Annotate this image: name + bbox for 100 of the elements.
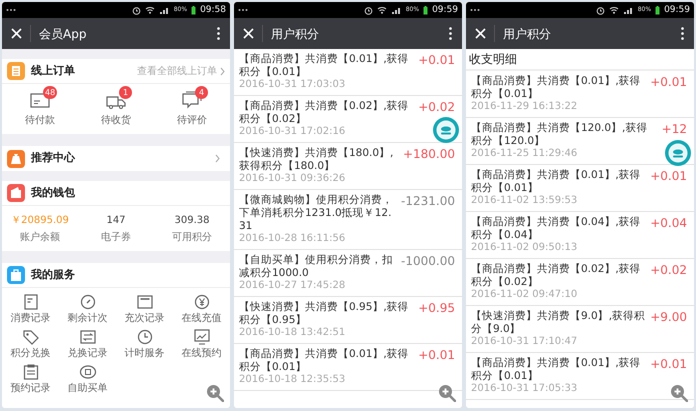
order-status-button[interactable]: 4 待评价 xyxy=(154,84,230,134)
section-title: 我的服务 xyxy=(31,266,76,283)
points-entry[interactable]: 【快速消费】共消费【180.0】,获得积分【180.0】 2016-10-31 09:36:26 +180.00 xyxy=(234,143,462,190)
zoom-in-icon[interactable] xyxy=(206,384,224,402)
service-button[interactable]: 充次记录 xyxy=(116,291,173,326)
entry-date: 2016-10-27 17:45:28 xyxy=(239,280,346,292)
points-entry[interactable]: 【商品消费】共消费【0.04】,获得积分【0.04】 2016-11-02 09:50:13 +0.04 xyxy=(466,212,694,259)
points-amount: +0.04 xyxy=(650,216,688,231)
points-entry[interactable]: 【自助买单】使用积分消费，扣减积分1000.0 2016-10-27 17:45:28 -1000.00 xyxy=(234,250,462,297)
points-entry[interactable]: 【商品消费】共消费【0.01】,获得积分【0.01】 2016-11-02 13:59:53 +0.01 xyxy=(466,165,694,212)
entry-description: 【自助买单】使用积分消费，扣减积分1000.0 xyxy=(239,254,394,280)
entry-description: 【微商城购物】使用积分消费，下单消耗积分1231.0抵现￥12.31 xyxy=(239,194,394,233)
entry-date: 2016-10-31 17:02:16 xyxy=(239,126,346,138)
service-button[interactable]: 剩余计次 xyxy=(59,291,116,326)
service-button[interactable]: 在线预约 xyxy=(173,326,230,361)
points-amount: +0.02 xyxy=(650,263,688,278)
entry-description: 【快速消费】共消费【0.95】,获得积分【0.95】 xyxy=(239,301,410,327)
points-amount: +0.01 xyxy=(650,357,688,372)
points-amount: +0.01 xyxy=(650,169,688,184)
alarm-icon xyxy=(596,6,605,14)
swap-icon xyxy=(78,328,96,346)
entry-date: 2016-11-02 09:50:13 xyxy=(471,242,578,254)
bag-icon xyxy=(7,266,25,284)
close-icon xyxy=(474,28,486,39)
card-icon xyxy=(136,293,154,311)
entry-date: 2016-10-31 17:10:47 xyxy=(471,336,578,348)
service-button[interactable]: 预约记录 xyxy=(2,361,59,396)
close-icon xyxy=(242,28,254,39)
menu-icon xyxy=(448,27,452,40)
service-button[interactable]: 在线充值 xyxy=(173,291,230,326)
points-entry[interactable]: 【快速消费】共消费【9.0】,获得积分【9.0】 2016-10-31 17:10:47 +9.00 xyxy=(466,306,694,353)
service-button[interactable]: 自助买单 xyxy=(59,361,116,396)
service-button[interactable]: 积分兑换 xyxy=(2,326,59,361)
points-amount: +9.00 xyxy=(650,310,688,325)
zoom-in-icon[interactable] xyxy=(438,384,456,402)
service-button[interactable]: 消费记录 xyxy=(2,291,59,326)
clipboard-icon xyxy=(22,363,40,381)
entry-date: 2016-11-29 16:13:22 xyxy=(471,101,578,113)
entry-description: 【快速消费】共消费【180.0】,获得积分【180.0】 xyxy=(239,147,394,173)
points-entry[interactable]: 【商品消费】共消费【0.01】,获得积分【0.01】 2016-10-31 17:03:03 +0.01 xyxy=(234,49,462,96)
entry-description: 【商品消费】共消费【120.0】,获得积分【120.0】 xyxy=(471,122,648,148)
points-entry[interactable]: 【商品消费】共消费【0.02】,获得积分【0.02】 2016-11-02 09:47:10 +0.02 xyxy=(466,259,694,306)
window-title: 用户积分 xyxy=(271,26,320,42)
count-badge: 1 xyxy=(119,86,132,99)
signal-icon xyxy=(390,6,402,14)
entry-description: 【商品消费】共消费【0.02】,获得积分【0.02】 xyxy=(239,100,410,126)
dial-icon xyxy=(78,293,96,311)
battery-icon xyxy=(655,6,660,14)
referral-card[interactable]: 推荐中心 xyxy=(2,146,230,171)
points-amount: -1000.00 xyxy=(401,254,456,269)
wifi-icon xyxy=(608,6,619,14)
points-amount: +0.01 xyxy=(650,75,688,90)
clock-icon xyxy=(136,328,154,346)
points-entry[interactable]: 【商品消费】共消费【0.01】,获得积分【0.01】 2016-11-29 16:13:22 +0.01 xyxy=(466,71,694,118)
alarm-icon xyxy=(132,6,141,14)
entry-date: 2016-11-02 09:47:10 xyxy=(471,289,578,301)
wifi-icon xyxy=(144,6,155,14)
more-dots-icon xyxy=(238,8,248,12)
tag-icon xyxy=(22,328,40,346)
points-entry[interactable]: 【快速消费】共消费【0.95】,获得积分【0.95】 2016-10-18 13:42:51 +0.95 xyxy=(234,297,462,344)
count-badge: 4 xyxy=(195,86,208,99)
zoom-in-icon[interactable] xyxy=(670,384,688,402)
entry-description: 【商品消费】共消费【0.01】,获得积分【0.01】 xyxy=(471,169,642,195)
stat-value: 309.38 xyxy=(174,214,210,228)
entry-date: 2016-10-28 16:11:56 xyxy=(239,233,346,245)
chevron-right-icon xyxy=(215,154,220,163)
order-list-icon xyxy=(7,62,25,80)
yen-icon xyxy=(192,293,210,311)
section-title: 线上订单 xyxy=(31,62,76,79)
service-button[interactable]: 兑换记录 xyxy=(59,326,116,361)
order-status-button[interactable]: 1 待收货 xyxy=(78,84,154,134)
section-header: 收支明细 xyxy=(469,51,517,68)
chevron-right-icon xyxy=(220,66,225,76)
service-button[interactable]: 计时服务 xyxy=(116,326,173,361)
menu-icon xyxy=(216,27,220,40)
entry-date: 2016-10-31 09:36:26 xyxy=(239,173,346,185)
entry-description: 【快速消费】共消费【9.0】,获得积分【9.0】 xyxy=(471,310,646,336)
menu-icon xyxy=(680,27,684,40)
status-time: 09:58 xyxy=(200,5,226,15)
section-title: 我的钱包 xyxy=(31,184,76,201)
points-entry[interactable]: 【微商城购物】使用积分消费，下单消耗积分1231.0抵现￥12.31 2016-10-28 16:11:56 -1231.00 xyxy=(234,190,462,250)
battery-icon xyxy=(423,6,428,14)
close-icon xyxy=(10,28,22,39)
signal-icon xyxy=(622,6,634,14)
more-dots-icon xyxy=(6,8,16,12)
status-time: 09:59 xyxy=(432,5,458,15)
points-amount: +0.02 xyxy=(418,100,456,115)
status-time: 09:59 xyxy=(664,5,690,15)
points-amount: +0.01 xyxy=(418,53,456,68)
points-amount: +180.00 xyxy=(402,147,456,162)
entry-date: 2016-10-18 13:42:51 xyxy=(239,327,346,339)
order-status-button[interactable]: 48 待付款 xyxy=(2,84,78,134)
count-badge: 48 xyxy=(43,86,58,99)
chat-icon xyxy=(182,90,202,109)
stat-label: 账户余额 xyxy=(20,230,60,244)
points-amount: +0.95 xyxy=(418,301,456,316)
stat-value: 147 xyxy=(106,214,126,228)
points-amount: +0.01 xyxy=(418,348,456,363)
points-amount: +12 xyxy=(662,122,688,137)
window-title: 用户积分 xyxy=(503,26,552,42)
